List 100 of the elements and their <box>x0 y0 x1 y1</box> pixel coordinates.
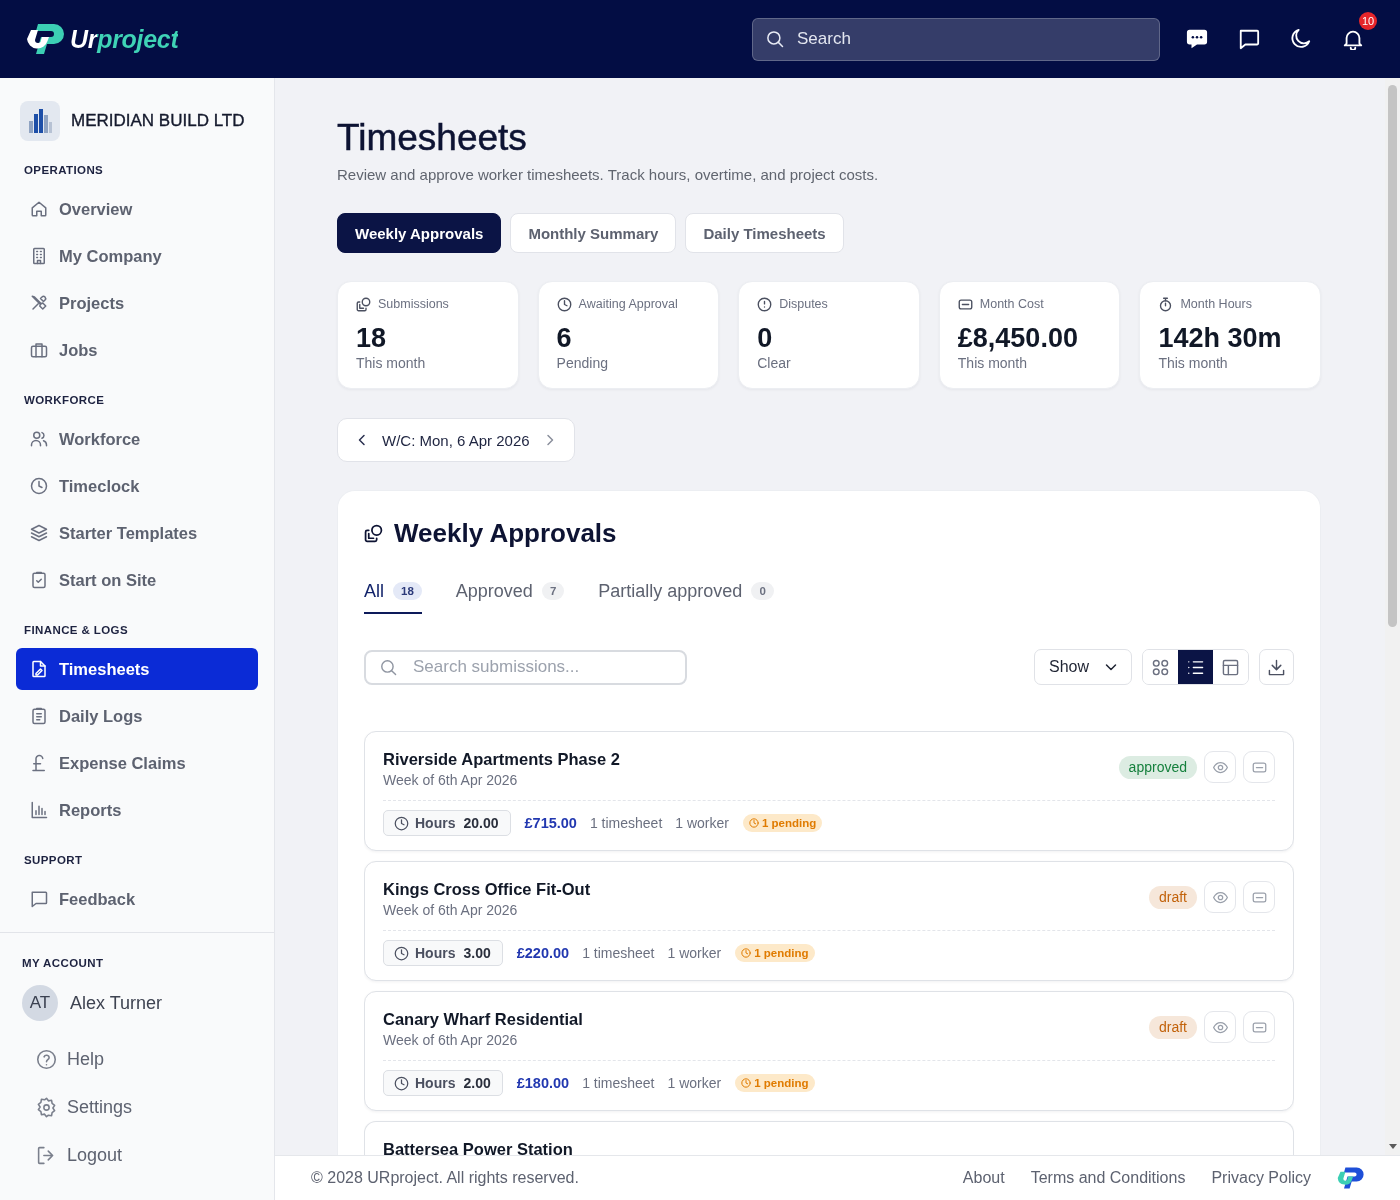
copyright-text: © 2028 URproject. All rights reserved. <box>311 1169 579 1187</box>
eye-icon <box>1212 759 1228 775</box>
week-text: Week of 6th Apr 2026 <box>383 901 519 920</box>
tab[interactable]: Monthly Summary <box>510 213 677 253</box>
stat-note: Pending <box>556 354 609 372</box>
clock-icon <box>394 945 409 961</box>
user-name: Alex Turner <box>70 992 163 1014</box>
stat-label: Awaiting Approval <box>578 297 678 311</box>
table-icon <box>1222 658 1239 676</box>
home-icon <box>30 200 48 218</box>
panel-title: Weekly Approvals <box>394 517 617 549</box>
submission-card[interactable]: Battersea Power Station <box>364 1121 1294 1155</box>
sidebar-item[interactable]: Timeclock <box>16 465 258 507</box>
amount-text: £220.00 <box>516 945 570 961</box>
clock-icon <box>394 815 409 831</box>
status-badge: approved <box>1118 755 1197 779</box>
account-link[interactable]: Help <box>0 1039 274 1079</box>
sidebar-item[interactable]: Starter Templates <box>16 512 258 554</box>
project-name: Kings Cross Office Fit-Out <box>383 879 591 900</box>
sidebar-item[interactable]: Projects <box>16 282 258 324</box>
stat-label: Month Cost <box>979 297 1044 311</box>
settings-icon <box>36 1096 57 1118</box>
notifications-button[interactable] <box>1342 28 1364 50</box>
sidebar-item[interactable]: Start on Site <box>16 559 258 601</box>
stopwatch-icon <box>1158 296 1174 312</box>
count-badge: 18 <box>393 582 422 600</box>
clock-icon <box>741 1078 752 1088</box>
briefcase-icon <box>30 341 48 359</box>
project-name: Battersea Power Station <box>383 1139 573 1155</box>
timesheet-count: 1 timesheet <box>582 945 655 961</box>
sidebar-item[interactable]: Overview <box>16 188 258 230</box>
hours-value: 20.00 <box>463 815 499 831</box>
sidebar-item[interactable]: Timesheets <box>16 648 258 690</box>
sidebar-item[interactable]: Jobs <box>16 329 258 371</box>
section-heading: FINANCE & LOGS <box>23 623 129 638</box>
banknote-icon <box>957 296 973 312</box>
messages-button[interactable] <box>1238 28 1260 50</box>
download-icon <box>1268 658 1285 676</box>
users-icon <box>30 430 48 448</box>
sidebar-item[interactable]: Daily Logs <box>16 695 258 737</box>
layers-icon <box>30 524 48 542</box>
bar-chart-icon <box>30 801 48 819</box>
status-badge: draft <box>1149 885 1197 909</box>
tab[interactable]: Weekly Approvals <box>337 213 502 253</box>
sidebar-item[interactable]: Reports <box>16 789 258 831</box>
document-pen-icon <box>30 660 48 678</box>
company-logo-icon <box>20 101 60 141</box>
tab[interactable]: Daily Timesheets <box>685 213 844 253</box>
logo-icon <box>1337 1166 1365 1190</box>
list-icon <box>1187 658 1204 676</box>
section-heading: MY ACCOUNT <box>21 956 105 971</box>
footer-link[interactable]: Terms and Conditions <box>1030 1169 1186 1187</box>
chevron-left-icon <box>356 434 368 446</box>
chat-button[interactable] <box>1186 28 1208 50</box>
hours-label: Hours <box>415 815 456 831</box>
copy-icon <box>364 523 383 543</box>
clock-icon <box>556 296 572 312</box>
theme-toggle-button[interactable] <box>1290 28 1312 50</box>
clock-icon <box>30 477 48 495</box>
amount-text: £180.00 <box>516 1075 570 1091</box>
account-link[interactable]: Logout <box>0 1135 274 1175</box>
sidebar-item[interactable]: Feedback <box>16 878 258 920</box>
filter-tab[interactable]: Partially approved 0 <box>598 579 774 614</box>
stat-value: 0 <box>757 322 774 354</box>
account-link[interactable]: Settings <box>0 1087 274 1127</box>
hours-value: 3.00 <box>463 945 491 961</box>
search-field[interactable]: Search submissions... <box>364 649 687 685</box>
footer-link[interactable]: About <box>962 1169 1005 1187</box>
banknote-icon <box>1251 1019 1267 1035</box>
moon-icon <box>1290 28 1312 50</box>
chat-bubble-icon <box>1186 28 1208 50</box>
show-dropdown[interactable]: Show <box>1033 649 1132 685</box>
banknote-icon <box>1251 889 1267 905</box>
pending-text: 1 pending <box>754 1077 809 1089</box>
scrollbar[interactable] <box>1385 78 1400 1155</box>
stat-label: Submissions <box>378 297 449 311</box>
search-icon <box>766 29 784 48</box>
alert-icon <box>757 296 773 312</box>
stat-value: 18 <box>356 322 388 354</box>
copy-icon <box>356 296 371 312</box>
footer-link[interactable]: Privacy Policy <box>1211 1169 1311 1187</box>
sidebar-item[interactable]: My Company <box>16 235 258 277</box>
stat-note: This month <box>1158 354 1229 372</box>
page-subtitle: Review and approve worker timesheets. Track hours, overtime, and project costs. <box>337 165 879 185</box>
pending-text: 1 pending <box>754 947 809 959</box>
status-badge: draft <box>1149 1015 1197 1039</box>
clock-icon <box>749 818 759 828</box>
filter-tab[interactable]: Approved 7 <box>455 579 565 614</box>
company-name: MERIDIAN BUILD LTD <box>71 111 245 131</box>
previous-week-button[interactable] <box>356 434 368 446</box>
filter-tab[interactable]: All 18 <box>364 579 422 614</box>
section-heading: OPERATIONS <box>23 163 105 178</box>
hours-label: Hours <box>415 1075 456 1091</box>
stat-value: 142h 30m <box>1158 322 1283 354</box>
sidebar-item[interactable]: Workforce <box>16 418 258 460</box>
list-view-button[interactable] <box>1178 650 1213 684</box>
stat-note: This month <box>957 354 1029 372</box>
download-button[interactable] <box>1259 649 1294 685</box>
worker-count: 1 worker <box>667 945 722 961</box>
sidebar-item[interactable]: Expense Claims <box>16 742 258 784</box>
